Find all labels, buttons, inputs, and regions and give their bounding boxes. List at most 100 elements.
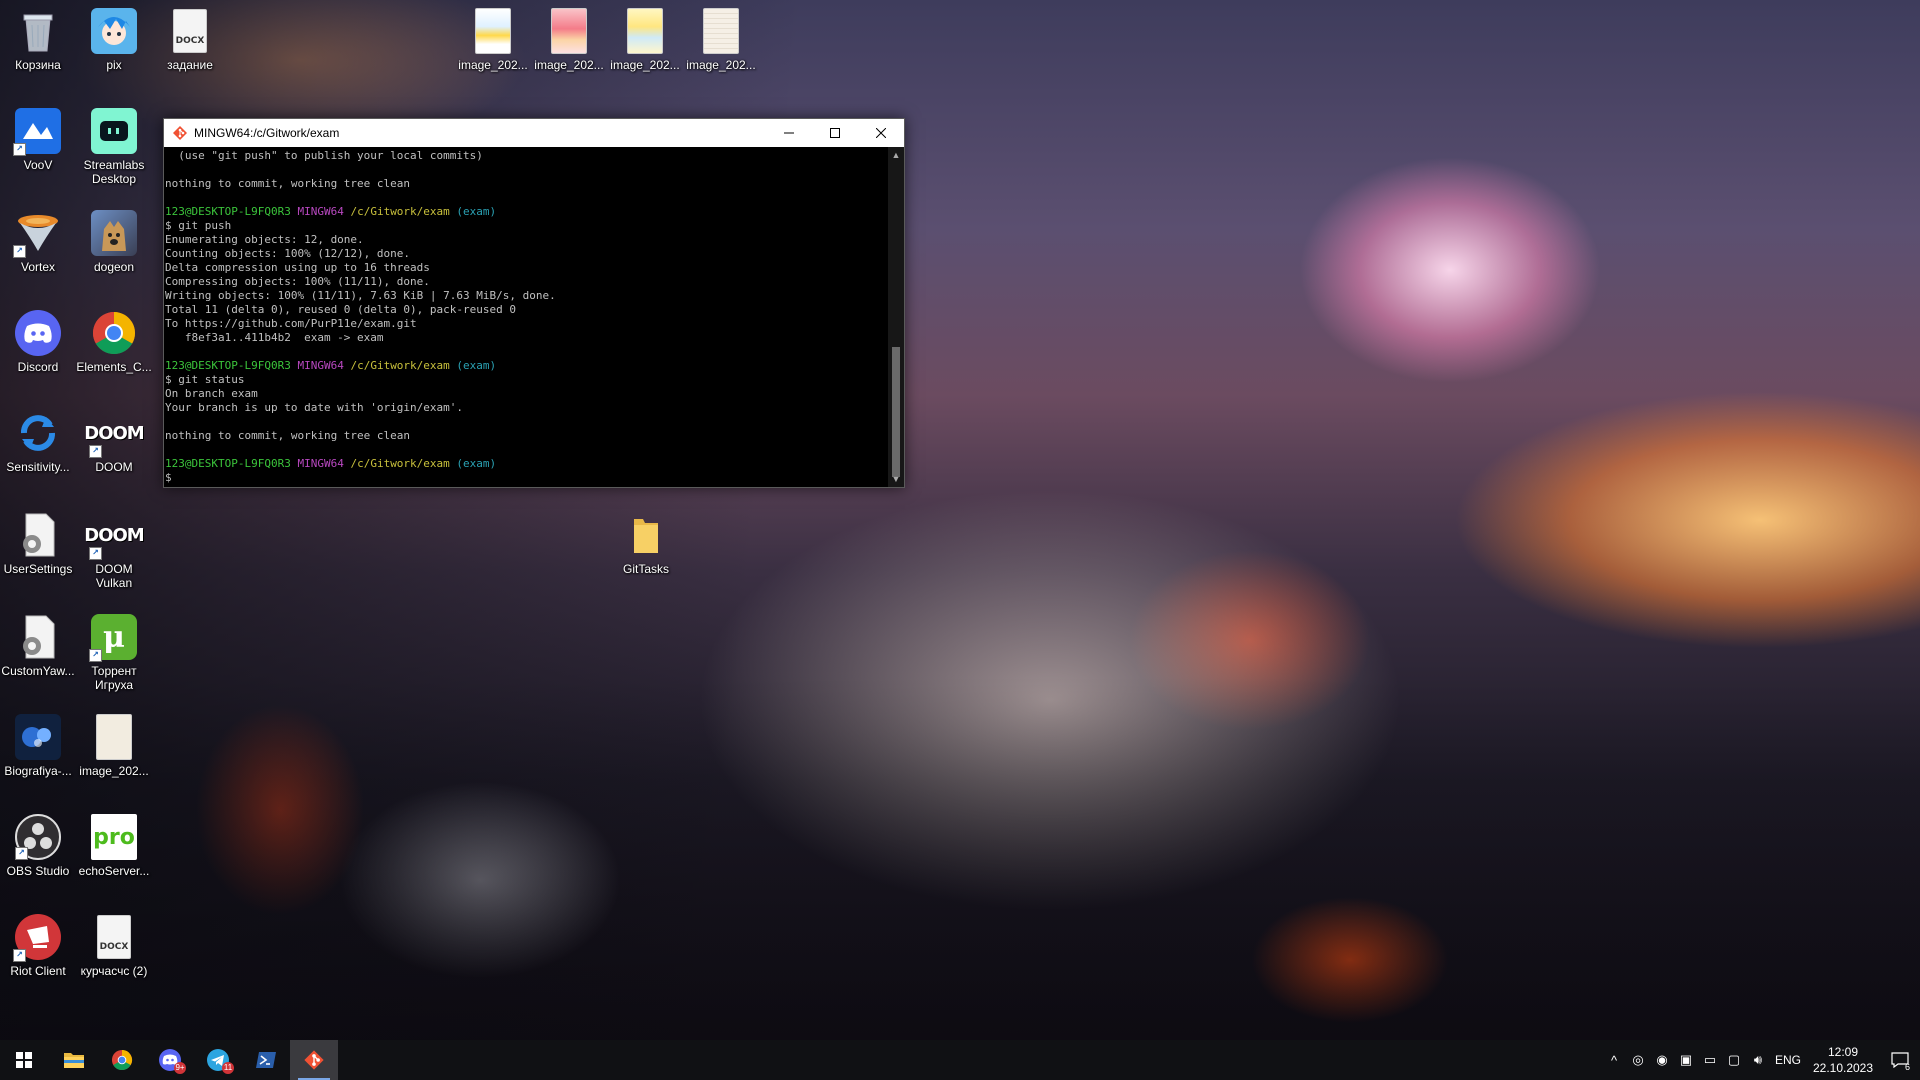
git-bash-window[interactable]: MINGW64:/c/Gitwork/exam (use "git push" … bbox=[163, 118, 905, 488]
steam-tray-icon[interactable]: ◎ bbox=[1626, 1040, 1650, 1080]
chrome-icon bbox=[111, 1049, 133, 1071]
terminal-text-segment: Counting objects: 100% (12/12), done. bbox=[165, 247, 411, 260]
scrollbar-thumb[interactable] bbox=[892, 347, 900, 477]
shortcut-arrow-icon: ↗ bbox=[13, 949, 26, 962]
terminal-line: $ git status bbox=[165, 373, 888, 387]
taskbar-git-bash[interactable] bbox=[290, 1040, 338, 1080]
notification-count: 6 bbox=[1904, 1062, 1910, 1072]
image-file-icon bbox=[91, 714, 137, 760]
desktop-icon-customyaw[interactable]: CustomYaw... bbox=[0, 614, 76, 678]
terminal-line: (use "git push" to publish your local co… bbox=[165, 149, 888, 163]
icon-label: Торрент Игруха bbox=[91, 664, 137, 692]
desktop-icon-biografiya[interactable]: Biografiya-... bbox=[0, 714, 76, 778]
desktop-icon-image-left[interactable]: image_202... bbox=[76, 714, 152, 778]
terminal-text-segment: f8ef3a1..411b4b2 exam -> exam bbox=[165, 331, 384, 344]
utorrent-icon: μ ↗ bbox=[89, 614, 137, 662]
desktop-icon-echoserver[interactable]: pro echoServer... bbox=[76, 814, 152, 878]
desktop-icon-recycle-bin[interactable]: Корзина bbox=[0, 8, 76, 72]
desktop-icon-pix[interactable]: pix bbox=[76, 8, 152, 72]
nvidia-tray-icon[interactable]: ◉ bbox=[1650, 1040, 1674, 1080]
network-tray-icon[interactable]: ▢ bbox=[1722, 1040, 1746, 1080]
webcam-tray-icon[interactable]: ▣ bbox=[1674, 1040, 1698, 1080]
terminal-line: $ bbox=[165, 471, 888, 485]
desktop-icon-image-4[interactable]: image_202... bbox=[683, 8, 759, 72]
icon-label: pix bbox=[106, 58, 122, 72]
terminal-text-segment: To https://github.com/PurP11e/exam.git bbox=[165, 317, 417, 330]
desktop-icon-streamlabs[interactable]: Streamlabs Desktop bbox=[76, 108, 152, 186]
desktop-icon-usersettings[interactable]: UserSettings bbox=[0, 512, 76, 576]
terminal-line: Compressing objects: 100% (11/11), done. bbox=[165, 275, 888, 289]
image-file-icon bbox=[698, 8, 744, 54]
desktop-icon-sensitivity[interactable]: Sensitivity... bbox=[0, 410, 76, 474]
taskbar-telegram[interactable]: 11 bbox=[194, 1040, 242, 1080]
terminal-line: 123@DESKTOP-L9FQ0R3 MINGW64 /c/Gitwork/e… bbox=[165, 457, 888, 471]
docx-file-icon: DOCX bbox=[91, 914, 137, 960]
scroll-down-icon[interactable]: ▼ bbox=[888, 471, 904, 487]
desktop-icon-kurchas[interactable]: DOCX курчасчс (2) bbox=[76, 914, 152, 978]
shortcut-arrow-icon: ↗ bbox=[89, 547, 102, 560]
desktop-icon-zadanie[interactable]: DOCX задание bbox=[152, 8, 228, 72]
vortex-icon: ↗ bbox=[13, 210, 61, 258]
window-titlebar[interactable]: MINGW64:/c/Gitwork/exam bbox=[164, 119, 904, 147]
close-button[interactable] bbox=[858, 119, 904, 147]
maximize-button[interactable] bbox=[812, 119, 858, 147]
terminal-text-segment: $ git status bbox=[165, 373, 245, 386]
windows-logo-icon bbox=[16, 1052, 32, 1068]
desktop-icon-image-1[interactable]: image_202... bbox=[455, 8, 531, 72]
terminal-text-segment: Total 11 (delta 0), reused 0 (delta 0), … bbox=[165, 303, 516, 316]
window-title: MINGW64:/c/Gitwork/exam bbox=[194, 126, 340, 140]
taskbar-powershell[interactable] bbox=[242, 1040, 290, 1080]
desktop-icon-vortex[interactable]: ↗ Vortex bbox=[0, 210, 76, 274]
taskbar-discord[interactable]: 9+ bbox=[146, 1040, 194, 1080]
desktop-icon-dogeon[interactable]: dogeon bbox=[76, 210, 152, 274]
desktop-icon-discord[interactable]: Discord bbox=[0, 310, 76, 374]
scroll-up-icon[interactable]: ▲ bbox=[888, 147, 904, 163]
clock[interactable]: 12:09 22.10.2023 bbox=[1806, 1044, 1880, 1076]
terminal-text-segment: Delta compression using up to 16 threads bbox=[165, 261, 430, 274]
terminal-text-segment: /c/Gitwork/exam bbox=[350, 457, 450, 470]
desktop-icon-voov[interactable]: ↗ VooV bbox=[0, 108, 76, 172]
shortcut-arrow-icon: ↗ bbox=[13, 143, 26, 156]
shortcut-arrow-icon: ↗ bbox=[15, 847, 28, 860]
taskbar-chrome[interactable] bbox=[98, 1040, 146, 1080]
battery-tray-icon[interactable]: ▭ bbox=[1698, 1040, 1722, 1080]
volume-icon[interactable]: 🔊︎ bbox=[1746, 1040, 1770, 1080]
icon-label: CustomYaw... bbox=[1, 664, 75, 678]
desktop-icon-obs[interactable]: ↗ OBS Studio bbox=[0, 814, 76, 878]
desktop-icon-elements[interactable]: Elements_C... bbox=[76, 310, 152, 374]
taskbar-explorer[interactable] bbox=[50, 1040, 98, 1080]
desktop-icon-image-2[interactable]: image_202... bbox=[531, 8, 607, 72]
icon-label: image_202... bbox=[79, 764, 149, 778]
terminal-text-segment: MINGW64 bbox=[297, 457, 344, 470]
folder-icon bbox=[623, 512, 669, 558]
language-indicator[interactable]: ENG bbox=[1770, 1040, 1806, 1080]
desktop-icon-riot-client[interactable]: ↗ Riot Client bbox=[0, 914, 76, 978]
desktop-icon-image-3[interactable]: image_202... bbox=[607, 8, 683, 72]
desktop-icon-gittasks[interactable]: GitTasks bbox=[608, 512, 684, 576]
terminal-text-segment: 123@DESKTOP-L9FQ0R3 bbox=[165, 205, 291, 218]
notification-center-icon[interactable]: 6 bbox=[1880, 1040, 1920, 1080]
terminal-text-segment: Your branch is up to date with 'origin/e… bbox=[165, 401, 464, 414]
icon-label: image_202... bbox=[610, 58, 680, 72]
discord-notification-badge: 9+ bbox=[174, 1062, 186, 1074]
terminal-text-segment: 123@DESKTOP-L9FQ0R3 bbox=[165, 359, 291, 372]
docx-file-icon: DOCX bbox=[167, 8, 213, 54]
terminal-scrollbar[interactable]: ▲ ▼ bbox=[888, 147, 904, 487]
desktop-icon-torrent[interactable]: μ ↗ Торрент Игруха bbox=[76, 614, 152, 692]
terminal-text-segment: (use "git push" to publish your local co… bbox=[165, 149, 483, 162]
icon-label: Biografiya-... bbox=[4, 764, 72, 778]
terminal-output[interactable]: (use "git push" to publish your local co… bbox=[164, 147, 888, 487]
desktop-icon-doom[interactable]: DOOM ↗ DOOM bbox=[76, 410, 152, 475]
icon-label: image_202... bbox=[534, 58, 604, 72]
minimize-button[interactable] bbox=[766, 119, 812, 147]
terminal-text-segment: 123@DESKTOP-L9FQ0R3 bbox=[165, 457, 291, 470]
shortcut-arrow-icon: ↗ bbox=[13, 245, 26, 258]
desktop-icon-doom-vulkan[interactable]: DOOM ↗ DOOM Vulkan bbox=[76, 512, 152, 591]
start-button[interactable] bbox=[0, 1040, 48, 1080]
terminal-line: $ git push bbox=[165, 219, 888, 233]
icon-label: OBS Studio bbox=[6, 864, 70, 878]
recycle-bin-icon bbox=[15, 8, 61, 54]
show-hidden-icons-chevron-up-icon[interactable]: ^ bbox=[1602, 1040, 1626, 1080]
